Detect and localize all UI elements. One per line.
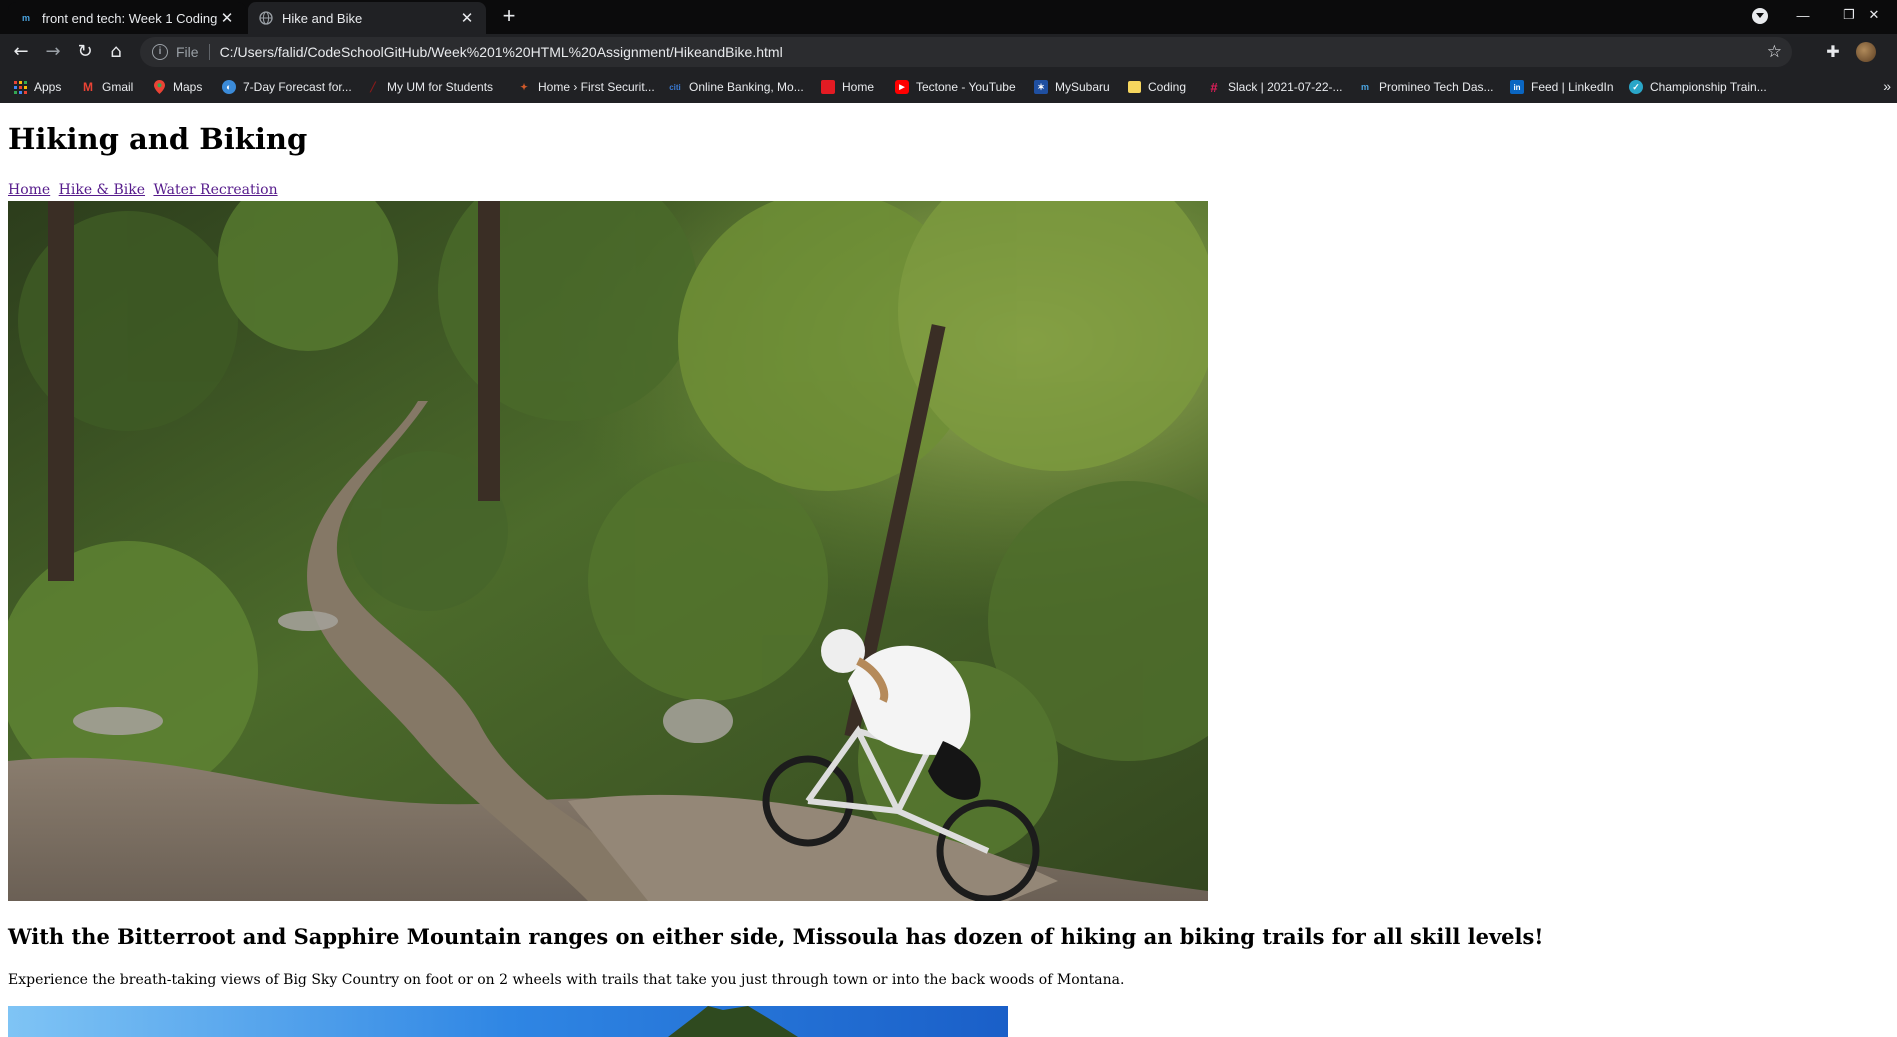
home-flag-icon xyxy=(821,80,835,94)
bookmark-online-banking[interactable]: citi Online Banking, Mo... xyxy=(668,78,804,96)
nav-link-home[interactable]: Home xyxy=(8,182,50,198)
apps-grid-icon xyxy=(13,80,27,94)
tab-title: front end tech: Week 1 Coding A xyxy=(42,10,218,26)
close-icon[interactable]: ✕ xyxy=(218,9,236,27)
minimize-icon[interactable]: — xyxy=(1780,0,1826,30)
avatar[interactable] xyxy=(1856,42,1876,62)
url-text[interactable]: C:/Users/falid/CodeSchoolGitHub/Week%201… xyxy=(220,44,783,60)
nav-link-water-recreation[interactable]: Water Recreation xyxy=(153,182,277,198)
linkedin-icon: in xyxy=(1510,80,1524,94)
forward-icon[interactable]: → xyxy=(41,40,65,64)
bookmark-label: Coding xyxy=(1148,80,1187,94)
bookmark-label: Home › First Securit... xyxy=(538,80,655,94)
bookmark-apps[interactable]: Apps xyxy=(13,78,61,96)
tab-strip: m front end tech: Week 1 Coding A ✕ Hike… xyxy=(0,0,1897,34)
bookmark-label: Home xyxy=(842,80,875,94)
bookmark-label: 7-Day Forecast for... xyxy=(243,80,352,94)
new-tab-button[interactable]: + xyxy=(498,5,520,28)
browser-toolbar: ← → ↻ ⌂ i File C:/Users/falid/CodeSchool… xyxy=(0,34,1897,70)
bookmark-mysubaru[interactable]: ✶ MySubaru xyxy=(1034,78,1110,96)
bookmark-championship[interactable]: ✓ Championship Train... xyxy=(1629,78,1767,96)
gmail-icon: M xyxy=(83,80,93,94)
folder-icon xyxy=(1128,81,1141,93)
bookmark-label: MySubaru xyxy=(1055,80,1110,94)
bookmark-first-security[interactable]: ✦ Home › First Securit... xyxy=(517,78,655,96)
bookmark-label: My UM for Students xyxy=(387,80,494,94)
section-headline: With the Bitterroot and Sapphire Mountai… xyxy=(8,924,1544,949)
promineo-icon: m xyxy=(21,13,30,23)
browser-chrome: m front end tech: Week 1 Coding A ✕ Hike… xyxy=(0,0,1897,103)
bookmarks-overflow-icon[interactable]: » xyxy=(1883,78,1891,94)
globe-icon xyxy=(258,10,274,26)
bookmark-gmail[interactable]: M Gmail xyxy=(81,78,133,96)
weather-icon: ◐ xyxy=(222,80,236,94)
mountain-biker-photo xyxy=(8,201,1208,901)
bookmark-my-um[interactable]: ╱ My UM for Students xyxy=(366,78,493,96)
um-icon: ╱ xyxy=(370,81,376,92)
citi-icon: citi xyxy=(669,82,681,92)
bookmark-home[interactable]: Home xyxy=(821,78,874,96)
tab-week1-coding[interactable]: m front end tech: Week 1 Coding A ✕ xyxy=(8,2,246,34)
divider xyxy=(208,44,210,60)
bookmark-label: Apps xyxy=(34,80,62,94)
page-title: Hiking and Biking xyxy=(8,122,308,156)
close-window-icon[interactable]: ✕ xyxy=(1851,0,1897,30)
tab-hike-and-bike[interactable]: Hike and Bike ✕ xyxy=(248,2,486,34)
intro-paragraph: Experience the breath-taking views of Bi… xyxy=(8,972,1125,988)
tab-search-icon[interactable] xyxy=(1752,8,1768,24)
bookmark-label: Feed | LinkedIn xyxy=(1531,80,1614,94)
trail-photo-2 xyxy=(8,1006,1008,1037)
bookmark-label: Tectone - YouTube xyxy=(916,80,1016,94)
home-icon[interactable]: ⌂ xyxy=(104,40,128,64)
bookmark-linkedin[interactable]: in Feed | LinkedIn xyxy=(1510,78,1614,96)
bookmark-label: Promineo Tech Das... xyxy=(1379,80,1494,94)
reload-icon[interactable]: ↻ xyxy=(73,40,97,64)
bookmark-label: Maps xyxy=(173,80,203,94)
bookmark-label: Slack | 2021-07-22-... xyxy=(1228,80,1343,94)
bookmarks-bar: Apps M Gmail Maps ◐ 7-Day Forecast for..… xyxy=(0,70,1897,103)
bookmark-label: Gmail xyxy=(102,80,134,94)
youtube-icon: ▶ xyxy=(895,80,909,94)
bookmark-tectone-youtube[interactable]: ▶ Tectone - YouTube xyxy=(895,78,1016,96)
bookmark-slack[interactable]: # Slack | 2021-07-22-... xyxy=(1207,78,1343,96)
bookmark-forecast[interactable]: ◐ 7-Day Forecast for... xyxy=(222,78,352,96)
close-icon[interactable]: ✕ xyxy=(458,9,476,27)
subaru-icon: ✶ xyxy=(1034,80,1048,94)
scheme-label: File xyxy=(176,44,199,60)
back-icon[interactable]: ← xyxy=(9,40,33,64)
bank-icon: ✦ xyxy=(520,81,528,92)
nav-link-hike-bike[interactable]: Hike & Bike xyxy=(59,182,145,198)
bookmark-star-icon[interactable]: ☆ xyxy=(1767,42,1782,62)
site-nav: Home Hike & Bike Water Recreation xyxy=(8,182,282,198)
slack-icon: # xyxy=(1210,79,1218,95)
extensions-puzzle-icon[interactable]: ✚ xyxy=(1821,40,1845,64)
tab-title: Hike and Bike xyxy=(282,10,363,26)
page-content: Hiking and Biking Home Hike & Bike Water… xyxy=(0,103,1897,1037)
bookmark-label: Championship Train... xyxy=(1650,80,1767,94)
maps-pin-icon xyxy=(152,80,166,94)
championship-icon: ✓ xyxy=(1629,80,1643,94)
bookmark-promineo[interactable]: m Promineo Tech Das... xyxy=(1358,78,1494,96)
promineo-icon: m xyxy=(1360,82,1369,92)
bookmark-maps[interactable]: Maps xyxy=(152,78,202,96)
info-icon[interactable]: i xyxy=(152,44,168,60)
bookmark-label: Online Banking, Mo... xyxy=(689,80,804,94)
bookmark-coding-folder[interactable]: Coding xyxy=(1128,78,1186,96)
address-bar[interactable]: i File C:/Users/falid/CodeSchoolGitHub/W… xyxy=(140,37,1792,67)
